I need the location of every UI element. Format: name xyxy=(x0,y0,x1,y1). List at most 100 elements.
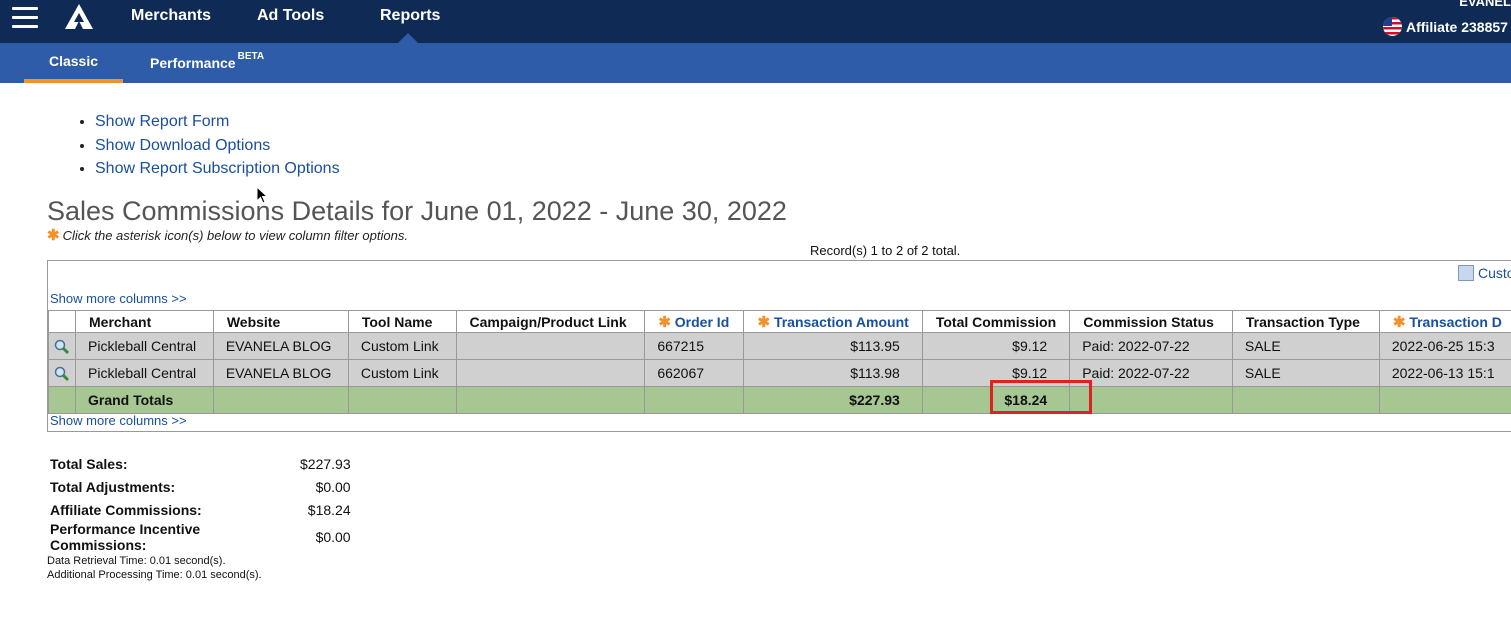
summary-row: Affiliate Commissions: $18.24 xyxy=(50,498,351,521)
timing-info: Data Retrieval Time: 0.01 second(s). Add… xyxy=(47,554,262,582)
grand-totals-label: Grand Totals xyxy=(75,386,214,414)
asterisk-filter-icon[interactable]: ✱ xyxy=(757,314,770,331)
totals-empty-cell xyxy=(48,386,76,414)
hamburger-menu-icon[interactable] xyxy=(12,7,38,29)
cell-order-id: 667215 xyxy=(644,332,745,360)
grand-totals-row: Grand Totals $227.93 $18.24 xyxy=(48,386,1511,414)
asterisk-filter-icon[interactable]: ✱ xyxy=(1393,314,1406,331)
cell-website: EVANELA BLOG xyxy=(212,332,349,360)
cell-merchant: Pickleball Central xyxy=(75,332,214,360)
filter-note-text: Click the asterisk icon(s) below to view… xyxy=(62,228,408,243)
summary-value: $0.00 xyxy=(315,478,351,495)
summary-table: Total Sales: $227.93 Total Adjustments: … xyxy=(50,452,351,554)
column-header-commission-status: Commission Status xyxy=(1069,310,1233,333)
customize-icon xyxy=(1458,265,1474,281)
brand-logo-icon[interactable] xyxy=(62,2,96,32)
row-detail-cell xyxy=(48,359,76,387)
totals-empty-cell xyxy=(212,386,349,414)
show-more-columns-link-top[interactable]: Show more columns >> xyxy=(50,291,187,306)
cell-transaction-type: SALE xyxy=(1231,359,1380,387)
column-header-merchant: Merchant xyxy=(75,310,214,333)
show-report-form-link[interactable]: Show Report Form xyxy=(95,113,229,130)
cell-transaction-date: 2022-06-13 15:1 xyxy=(1378,359,1511,387)
show-download-options-link[interactable]: Show Download Options xyxy=(95,137,270,154)
additional-processing-time: Additional Processing Time: 0.01 second(… xyxy=(47,569,262,581)
show-more-columns-link-bottom[interactable]: Show more columns >> xyxy=(50,413,187,428)
order-id-header-label: Order Id xyxy=(674,313,730,330)
user-name[interactable]: EVANEL xyxy=(1459,0,1511,9)
column-header-website: Website xyxy=(212,310,349,333)
affiliate-id-label: Affiliate 238857 xyxy=(1406,18,1508,35)
report-options-list: Show Report Form Show Download Options S… xyxy=(80,110,340,181)
summary-row: Total Sales: $227.93 xyxy=(50,452,351,475)
totals-empty-cell xyxy=(1069,386,1233,414)
asterisk-icon: ✱ xyxy=(47,226,60,244)
cell-commission-status: Paid: 2022-07-22 xyxy=(1069,359,1233,387)
table-row: Pickleball Central EVANELA BLOG Custom L… xyxy=(48,332,1511,360)
cell-transaction-type: SALE xyxy=(1231,332,1380,360)
column-header-tool-name: Tool Name xyxy=(347,310,457,333)
tab-classic-label: Classic xyxy=(48,53,99,69)
page-title: Sales Commissions Details for June 01, 2… xyxy=(47,196,787,226)
list-item: Show Download Options xyxy=(95,134,340,158)
transaction-amount-header-label: Transaction Amount xyxy=(773,313,909,330)
nav-ad-tools[interactable]: Ad Tools xyxy=(257,7,324,25)
report-sub-navigation: Classic Performance BETA xyxy=(0,43,1511,83)
tab-performance-label: Performance xyxy=(150,55,236,71)
customize-label: Custo xyxy=(1478,265,1511,281)
us-flag-icon xyxy=(1383,17,1402,36)
totals-empty-cell xyxy=(347,386,457,414)
cell-commission-status: Paid: 2022-07-22 xyxy=(1069,332,1233,360)
beta-badge: BETA xyxy=(237,51,265,62)
cell-transaction-date: 2022-06-25 15:3 xyxy=(1378,332,1511,360)
total-transaction-amount: $227.93 xyxy=(743,386,923,414)
list-item: Show Report Subscription Options xyxy=(95,157,340,181)
column-header-icon xyxy=(48,310,76,333)
customize-columns-button[interactable]: Custo xyxy=(1458,265,1511,281)
cell-tool-name: Custom Link xyxy=(347,332,457,360)
active-nav-caret xyxy=(398,33,418,43)
magnifier-detail-icon[interactable] xyxy=(54,366,70,382)
top-navigation-bar: Merchants Ad Tools Reports EVANEL Affili… xyxy=(0,0,1511,43)
cell-campaign-link xyxy=(455,359,646,387)
cell-transaction-amount: $113.95 xyxy=(743,332,923,360)
totals-empty-cell xyxy=(455,386,646,414)
tab-performance[interactable]: Performance BETA xyxy=(150,43,264,83)
summary-label: Performance Incentive Commissions: xyxy=(50,521,201,553)
magnifier-detail-icon[interactable] xyxy=(54,339,70,355)
asterisk-filter-icon[interactable]: ✱ xyxy=(658,314,671,331)
cell-transaction-amount: $113.98 xyxy=(743,359,923,387)
nav-merchants[interactable]: Merchants xyxy=(131,7,211,25)
summary-value: $227.93 xyxy=(300,455,351,472)
data-retrieval-time: Data Retrieval Time: 0.01 second(s). xyxy=(47,555,226,567)
cell-total-commission: $9.12 xyxy=(921,332,1071,360)
summary-value: $0.00 xyxy=(315,529,351,545)
column-header-transaction-date[interactable]: ✱ Transaction D xyxy=(1378,310,1511,333)
report-table-container: Custo Show more columns >> Merchant Webs… xyxy=(47,260,1511,432)
table-row: Pickleball Central EVANELA BLOG Custom L… xyxy=(48,359,1511,387)
nav-reports[interactable]: Reports xyxy=(380,7,440,25)
totals-empty-cell xyxy=(644,386,745,414)
record-count: Record(s) 1 to 2 of 2 total. xyxy=(810,243,961,258)
show-subscription-options-link[interactable]: Show Report Subscription Options xyxy=(95,160,340,177)
highlight-box-total-commission xyxy=(990,380,1092,414)
column-header-total-commission: Total Commission xyxy=(921,310,1071,333)
summary-label: Total Sales: xyxy=(50,455,128,472)
row-detail-cell xyxy=(48,332,76,360)
column-header-order-id[interactable]: ✱ Order Id xyxy=(644,310,745,333)
totals-empty-cell xyxy=(1378,386,1511,414)
commissions-table: Merchant Website Tool Name Campaign/Prod… xyxy=(48,310,1511,414)
filter-note: ✱ Click the asterisk icon(s) below to vi… xyxy=(47,226,408,244)
tab-classic[interactable]: Classic xyxy=(24,43,123,83)
list-item: Show Report Form xyxy=(95,110,340,134)
summary-value: $18.24 xyxy=(307,501,351,518)
column-header-transaction-amount[interactable]: ✱ Transaction Amount xyxy=(743,310,923,333)
summary-row: Performance Incentive Commissions: $0.00 xyxy=(50,521,351,553)
cell-website: EVANELA BLOG xyxy=(212,359,349,387)
affiliate-account[interactable]: Affiliate 238857 xyxy=(1383,17,1508,36)
table-header-row: Merchant Website Tool Name Campaign/Prod… xyxy=(48,310,1511,333)
column-header-campaign-link: Campaign/Product Link xyxy=(455,310,646,333)
summary-label: Total Adjustments: xyxy=(50,478,176,495)
column-header-transaction-type: Transaction Type xyxy=(1231,310,1380,333)
summary-label: Affiliate Commissions: xyxy=(50,501,202,518)
